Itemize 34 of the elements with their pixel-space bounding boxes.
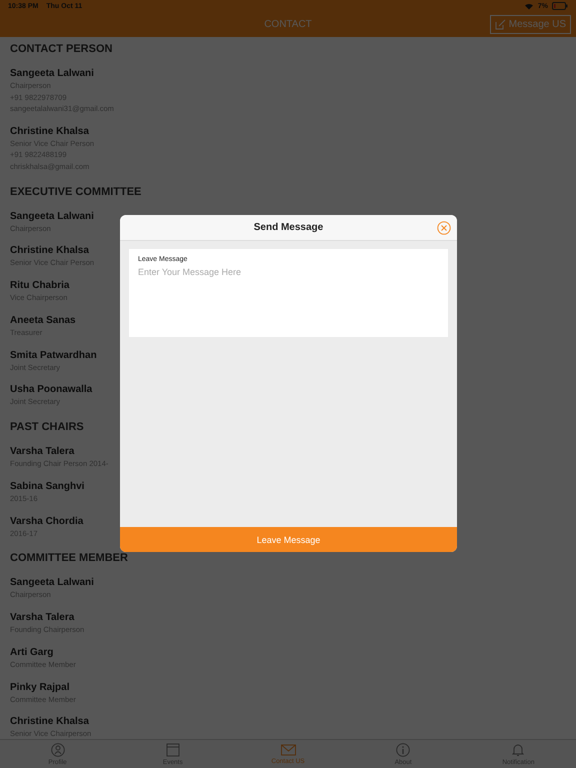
person-name: Christine Khalsa bbox=[10, 716, 89, 728]
person-name: Christine Khalsa bbox=[10, 245, 89, 258]
close-button[interactable] bbox=[436, 220, 452, 236]
battery-icon bbox=[552, 2, 568, 10]
person-name: Pinky Rajpal bbox=[10, 682, 70, 694]
person-name: Aneeta Sanas bbox=[10, 314, 76, 327]
person-name: Ritu Chabria bbox=[10, 280, 70, 292]
bell-icon bbox=[511, 742, 526, 756]
section-heading: CONTACT PERSON bbox=[10, 42, 112, 57]
section-heading: EXECUTIVE COMMITTEE bbox=[10, 184, 142, 200]
nav-title: CONTACT bbox=[264, 19, 312, 30]
section-heading: PAST CHAIRS bbox=[10, 420, 84, 435]
message-input[interactable]: Enter Your Message Here bbox=[138, 267, 439, 330]
person-icon bbox=[50, 742, 65, 756]
person-name: Varsha Chordia bbox=[10, 516, 84, 528]
person-name: Sangeeta Lalwani bbox=[10, 577, 94, 590]
leave-message-button[interactable]: Leave Message bbox=[120, 527, 457, 552]
dialog-title: Send Message bbox=[254, 222, 324, 233]
person-name: Varsha Talera bbox=[10, 612, 74, 624]
wifi-icon bbox=[524, 2, 534, 10]
person-name: Sangeeta Lalwani bbox=[10, 68, 94, 80]
person-name: Usha Poonawalla bbox=[10, 384, 92, 396]
compose-icon bbox=[494, 19, 506, 30]
message-us-button[interactable]: Message US bbox=[490, 15, 571, 34]
person-name: Sangeeta Lalwani bbox=[10, 210, 94, 222]
person-name: Arti Garg bbox=[10, 646, 54, 659]
person-name: Christine Khalsa bbox=[10, 126, 89, 138]
person-name: Varsha Talera bbox=[10, 446, 74, 458]
info-icon bbox=[396, 742, 410, 756]
calendar-icon bbox=[166, 742, 180, 756]
section-heading: COMMITTEE MEMBER bbox=[10, 551, 128, 566]
person-name: Sabina Sanghvi bbox=[10, 480, 84, 493]
envelope-icon bbox=[280, 744, 296, 756]
person-name: Smita Patwardhan bbox=[10, 350, 97, 362]
